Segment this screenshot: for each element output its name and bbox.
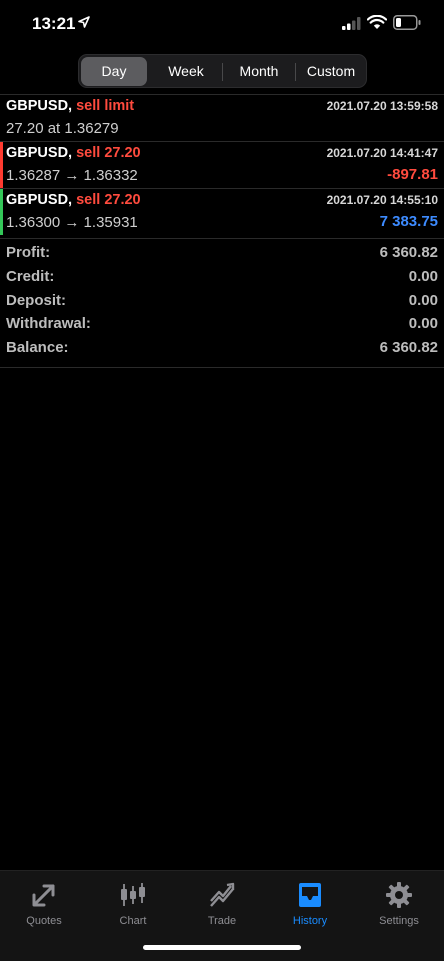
- summary-value: 6 360.82: [379, 244, 438, 261]
- summary-label: Deposit:: [6, 291, 66, 309]
- quotes-icon: [32, 884, 55, 907]
- gain-indicator-bar: [0, 189, 3, 235]
- gear-icon: [386, 882, 412, 908]
- deal-time: 2021.07.20 14:55:10: [326, 193, 438, 207]
- tab-label: History: [292, 915, 328, 927]
- summary-label: Profit:: [6, 244, 51, 261]
- symbol-label: GBPUSD,: [6, 145, 73, 161]
- summary-row-withdrawal: Withdrawal: 0.00: [0, 310, 444, 334]
- home-indicator[interactable]: [143, 945, 301, 950]
- deal-profit: -897.81: [387, 166, 438, 183]
- order-type-label: sell limit: [76, 98, 135, 114]
- inbox-icon: [299, 883, 321, 907]
- history-row-deal[interactable]: GBPUSD, sell 27.20 2021.07.20 14:41:47 1…: [0, 141, 444, 188]
- summary-row-deposit: Deposit: 0.00: [0, 287, 444, 311]
- history-row-deal[interactable]: GBPUSD, sell 27.20 2021.07.20 14:55:10 1…: [0, 188, 444, 235]
- summary-label: Withdrawal:: [6, 315, 91, 333]
- tab-trade[interactable]: Trade: [178, 877, 266, 933]
- summary-row-balance: Balance: 6 360.82: [0, 334, 444, 358]
- summary-value: 6 360.82: [379, 339, 438, 357]
- deal-prices: 1.36287 → 1.36332: [6, 167, 138, 184]
- symbol-label: GBPUSD,: [6, 192, 73, 208]
- order-detail: 27.20 at 1.36279: [6, 120, 119, 137]
- wifi-icon: [367, 15, 387, 29]
- tab-day[interactable]: Day: [81, 57, 147, 86]
- summary-value: 0.00: [408, 267, 438, 285]
- deal-type-label: sell 27.20: [76, 145, 141, 161]
- period-segmented-control: Day Week Month Custom: [78, 54, 367, 88]
- summary-label: Balance:: [6, 339, 69, 357]
- status-bar: 13:21: [0, 0, 444, 48]
- deal-profit: 7 383.75: [379, 213, 438, 230]
- tab-chart[interactable]: Chart: [89, 877, 177, 933]
- summary-value: 0.00: [408, 291, 438, 309]
- deal-time: 2021.07.20 14:41:47: [326, 146, 438, 160]
- tab-label: Quotes: [26, 915, 62, 927]
- battery-icon: [393, 15, 421, 30]
- summary-row-profit: Profit: 6 360.82: [0, 239, 444, 263]
- cellular-signal-icon: [342, 17, 361, 30]
- symbol-label: GBPUSD,: [6, 98, 73, 114]
- summary-row-credit: Credit: 0.00: [0, 263, 444, 287]
- tab-custom[interactable]: Custom: [296, 57, 366, 86]
- history-list: GBPUSD, sell limit 2021.07.20 13:59:58 2…: [0, 94, 444, 235]
- tab-label: Settings: [379, 915, 419, 927]
- tab-week[interactable]: Week: [151, 57, 221, 86]
- trade-icon: [210, 882, 235, 907]
- loss-indicator-bar: [0, 142, 3, 188]
- account-summary: Profit: 6 360.82 Credit: 0.00 Deposit: 0…: [0, 238, 444, 358]
- order-title: GBPUSD, sell limit: [6, 98, 134, 114]
- candlestick-icon: [121, 883, 145, 906]
- history-row-order[interactable]: GBPUSD, sell limit 2021.07.20 13:59:58 2…: [0, 94, 444, 141]
- deal-title: GBPUSD, sell 27.20: [6, 145, 141, 161]
- order-time: 2021.07.20 13:59:58: [326, 99, 438, 113]
- deal-prices: 1.36300 → 1.35931: [6, 214, 138, 231]
- tab-label: Trade: [207, 915, 237, 927]
- deal-type-label: sell 27.20: [76, 192, 141, 208]
- tab-quotes[interactable]: Quotes: [0, 877, 88, 933]
- tab-month[interactable]: Month: [223, 57, 295, 86]
- tab-settings[interactable]: Settings: [355, 877, 443, 933]
- location-arrow-icon: [78, 16, 90, 28]
- summary-label: Credit:: [6, 267, 55, 285]
- summary-value: 0.00: [408, 315, 438, 333]
- deal-title: GBPUSD, sell 27.20: [6, 192, 141, 208]
- divider: [0, 367, 444, 368]
- clock: 13:21: [32, 14, 76, 33]
- tab-label: Chart: [119, 915, 147, 927]
- tab-history[interactable]: History: [266, 877, 354, 933]
